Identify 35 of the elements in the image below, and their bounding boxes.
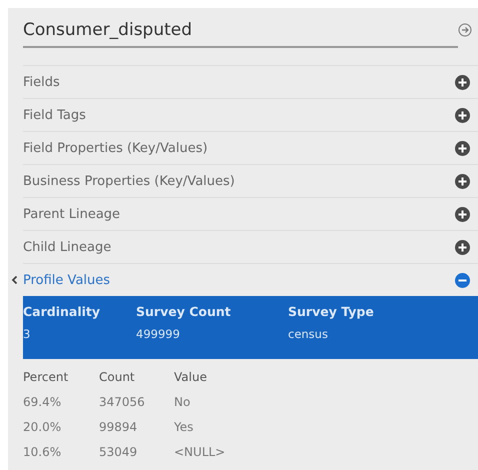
column-header: Count xyxy=(99,370,136,384)
table-cell-text: 53049 xyxy=(99,444,138,458)
chevron-left-icon[interactable] xyxy=(11,275,18,285)
expand-icon[interactable] xyxy=(455,74,470,90)
table-cell-text: 69.4% xyxy=(23,394,62,408)
summary-value: census xyxy=(288,327,329,341)
summary-heading: Cardinality xyxy=(23,304,102,319)
section-header[interactable]: Field Properties (Key/Values) xyxy=(23,140,208,156)
table-cell: Yes xyxy=(174,420,194,434)
section-header[interactable]: Parent Lineage xyxy=(23,206,120,222)
expand-icon[interactable] xyxy=(455,140,470,156)
section-header[interactable]: Profile Values xyxy=(23,272,110,288)
column-header: Value xyxy=(174,370,207,384)
table-cell-text: 347056 xyxy=(99,394,146,408)
table-cell-text: 99894 xyxy=(99,420,138,434)
expand-icon[interactable] xyxy=(455,174,470,188)
section-header[interactable]: Business Properties (Key/Values) xyxy=(23,174,235,188)
summary-value: 3 xyxy=(23,327,32,341)
table-cell-text: 20.0% xyxy=(23,420,62,434)
expand-icon[interactable] xyxy=(455,108,470,122)
arrow-circle-icon[interactable] xyxy=(458,23,472,37)
summary-heading: Survey Count xyxy=(136,304,232,319)
section-header[interactable]: Field Tags xyxy=(23,108,86,122)
expand-icon[interactable] xyxy=(455,206,470,222)
column-header: Percent xyxy=(23,370,70,384)
table-cell: <NULL> xyxy=(174,444,226,458)
summary-heading: Survey Type xyxy=(288,304,374,319)
table-cell: No xyxy=(174,394,190,408)
section-header[interactable]: Child Lineage xyxy=(23,240,112,254)
section-header[interactable]: Fields xyxy=(23,74,60,90)
summary-value: 499999 xyxy=(136,327,181,341)
table-cell-text: 10.6% xyxy=(23,444,62,458)
panel-title: Consumer_disputed xyxy=(23,18,458,48)
collapse-icon[interactable] xyxy=(455,272,470,288)
expand-icon[interactable] xyxy=(455,240,470,254)
